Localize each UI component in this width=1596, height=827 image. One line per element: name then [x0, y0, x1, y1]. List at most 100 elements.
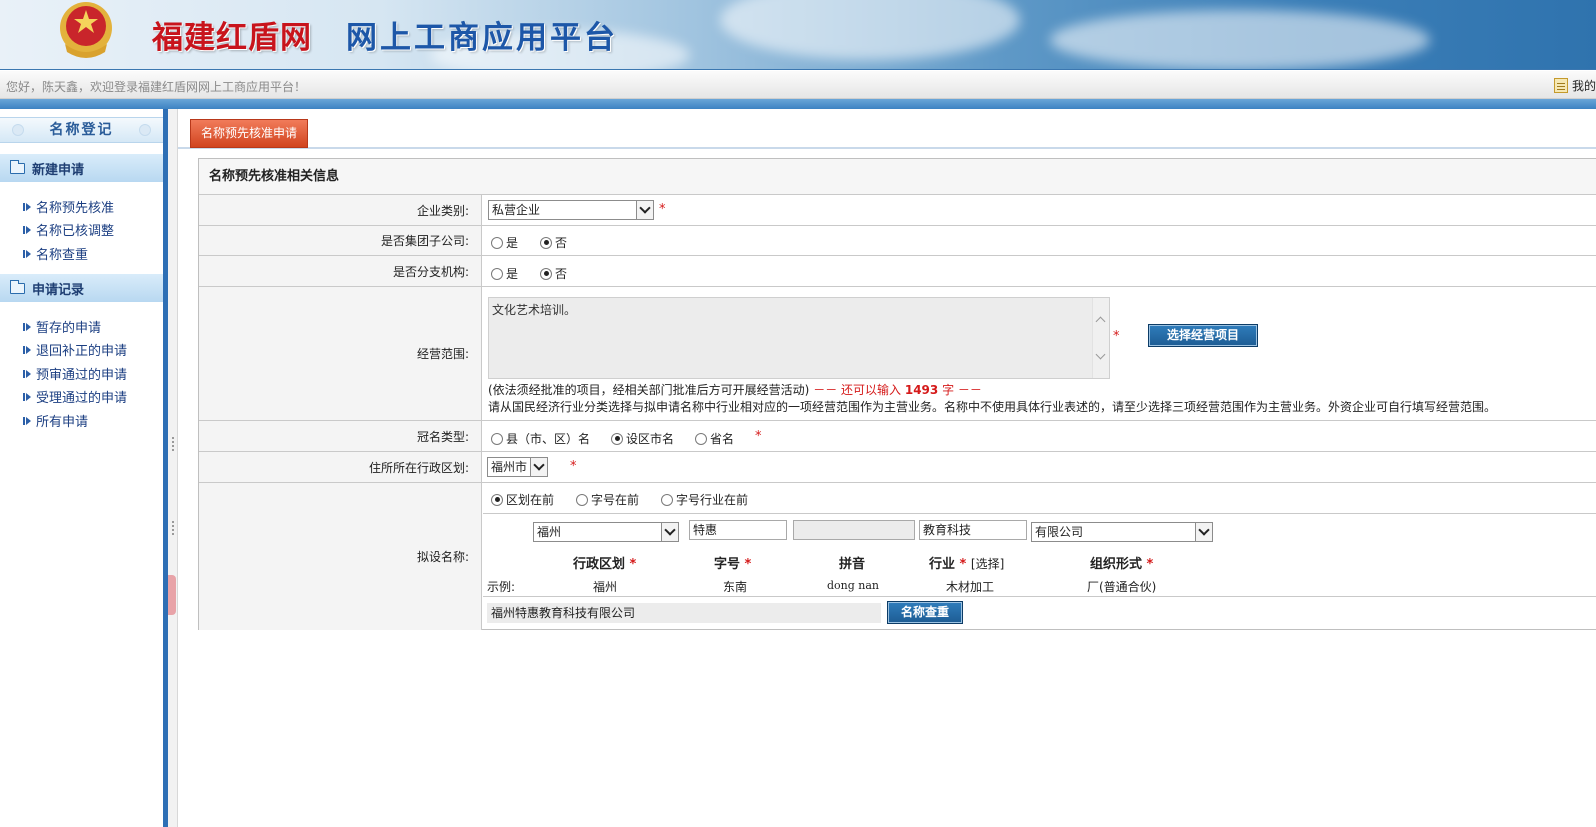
required-mark: *: [570, 459, 577, 474]
enterprise-type-select[interactable]: 私营企业: [488, 200, 654, 220]
nav-saved[interactable]: 暂存的申请: [18, 317, 101, 336]
chevron-down-icon: [530, 458, 547, 476]
brand-input[interactable]: 特惠: [689, 520, 787, 540]
required-mark: *: [744, 557, 752, 572]
pinyin-input[interactable]: [793, 520, 915, 540]
required-mark: *: [629, 557, 637, 572]
remaining-count: 1493: [904, 383, 939, 397]
nav-accepted[interactable]: 受理通过的申请: [18, 387, 127, 406]
arrow-right-icon: [23, 249, 31, 258]
radio-label: 是: [506, 267, 519, 281]
radio-branch-yes[interactable]: 是: [491, 265, 518, 282]
remaining-prefix: －－ 还可以输入: [813, 383, 902, 397]
radio-order-region-first[interactable]: 区划在前: [491, 491, 554, 508]
header-region: 行政区划 *: [573, 553, 636, 572]
business-scope-textarea[interactable]: 文化艺术培训。: [488, 297, 1110, 379]
radio-selected-icon: [611, 432, 623, 445]
select-business-items-button[interactable]: 选择经营项目: [1148, 324, 1258, 347]
nav-returned[interactable]: 退回补正的申请: [18, 340, 127, 359]
grip-icon: [172, 437, 174, 451]
nav-label: 退回补正的申请: [36, 344, 128, 359]
header-industry: 行业 * [选择]: [929, 553, 1004, 572]
scope-note-text: (依法须经批准的项目，经相关部门批准后方可开展经营活动): [488, 383, 810, 397]
industry-select-link[interactable]: [选择]: [971, 557, 1004, 571]
nav-all[interactable]: 所有申请: [18, 411, 88, 430]
required-mark: *: [755, 429, 762, 444]
divider: [483, 596, 1596, 597]
collapse-toggle[interactable]: [168, 575, 176, 615]
row-proposed-name: 拟设名称: 区划在前 字号在前 字号行业在前 福州 特惠 教育科技 有限公司 行…: [199, 483, 1596, 630]
radio-selected-icon: [540, 236, 552, 249]
select-value: 私营企业: [492, 203, 541, 217]
row-business-scope: 经营范围: 文化艺术培训。 * 选择经营项目 (依法须经批准的项目，经相关部门批…: [199, 287, 1596, 421]
form-title: 名称预先核准相关信息: [199, 159, 1596, 195]
radio-icon: [491, 236, 503, 249]
example-org-form: 厂(普通合伙): [1087, 580, 1157, 594]
chevron-down-icon: [636, 201, 653, 219]
nav-label: 所有申请: [36, 415, 89, 430]
field-label: 拟设名称:: [199, 483, 482, 630]
cloud-decoration: [720, 0, 1020, 60]
blue-strip: [0, 99, 1596, 109]
radio-order-brand-industry-first[interactable]: 字号行业在前: [661, 491, 748, 508]
tab-name-pre-approval[interactable]: 名称预先核准申请: [190, 119, 308, 148]
name-check-button[interactable]: 名称查重: [887, 601, 963, 624]
platform-title: 网上工商应用平台: [346, 20, 618, 56]
radio-label: 设区市名: [626, 432, 675, 446]
header-org-form: 组织形式 *: [1090, 553, 1153, 572]
radio-branch-no[interactable]: 否: [540, 265, 567, 282]
required-mark: *: [659, 202, 666, 217]
example-pinyin: dong nan: [827, 579, 880, 592]
header-text: 行业: [929, 557, 956, 572]
arrow-right-icon: [23, 322, 31, 331]
field-label: 冠名类型:: [199, 421, 482, 451]
radio-icon: [661, 493, 673, 506]
sidebar-header: 名称登记: [0, 117, 163, 143]
select-value: 有限公司: [1035, 525, 1084, 539]
nav-name-pre-approval[interactable]: 名称预先核准: [18, 197, 114, 216]
radio-crown-province[interactable]: 省名: [695, 430, 734, 447]
radio-group-no[interactable]: 否: [540, 234, 567, 251]
header-banner: 福建红盾网 网上工商应用平台: [0, 0, 1596, 70]
arrow-right-icon: [23, 369, 31, 378]
radio-crown-city[interactable]: 设区市名: [611, 430, 674, 447]
org-form-select[interactable]: 有限公司: [1031, 522, 1213, 542]
header-text: 组织形式: [1090, 557, 1143, 572]
radio-crown-county[interactable]: 县（市、区）名: [491, 430, 590, 447]
field-label: 企业类别:: [199, 195, 482, 225]
nav-pre-approved[interactable]: 预审通过的申请: [18, 364, 127, 383]
name-order-bar: 区划在前 字号在前 字号行业在前: [483, 483, 1596, 514]
field-label: 经营范围:: [199, 287, 482, 420]
section-new-application[interactable]: 新建申请: [0, 154, 163, 182]
welcome-bar: 您好，陈天鑫，欢迎登录福建红盾网网上工商应用平台！ 我的: [0, 71, 1596, 99]
nav-name-adjust[interactable]: 名称已核调整: [18, 220, 114, 239]
field-label: 是否分支机构:: [199, 256, 482, 286]
district-select[interactable]: 福州市: [487, 457, 548, 477]
required-mark: *: [1146, 557, 1154, 572]
arrow-right-icon: [23, 345, 31, 354]
nav-label: 名称已核调整: [36, 224, 115, 239]
header-pinyin: 拼音: [839, 557, 866, 572]
industry-input[interactable]: 教育科技: [919, 520, 1027, 540]
radio-group-yes[interactable]: 是: [491, 234, 518, 251]
radio-selected-icon: [540, 267, 552, 280]
folder-icon: [10, 159, 25, 174]
nav-name-duplicate-check[interactable]: 名称查重: [18, 244, 88, 263]
radio-label: 区划在前: [506, 493, 555, 507]
emblem-icon: [60, 2, 112, 58]
radio-label: 字号行业在前: [676, 493, 749, 507]
arrow-right-icon: [23, 202, 31, 211]
banner-divider: [0, 69, 1596, 70]
nav-label: 名称预先核准: [36, 201, 115, 216]
region-select[interactable]: 福州: [533, 522, 679, 542]
sidebar: 名称登记 新建申请 名称预先核准 名称已核调整 名称查重 申请记录 暂存的申请 …: [0, 109, 168, 827]
radio-icon: [491, 432, 503, 445]
remaining-suffix: 字 －－: [942, 383, 982, 397]
radio-label: 否: [555, 236, 568, 250]
mine-link[interactable]: 我的: [1553, 77, 1596, 94]
section-application-records[interactable]: 申请记录: [0, 274, 163, 302]
radio-order-brand-first[interactable]: 字号在前: [576, 491, 639, 508]
sidebar-title: 名称登记: [49, 122, 114, 138]
sidebar-splitter[interactable]: [168, 109, 178, 827]
scrollbar[interactable]: [1092, 298, 1109, 378]
